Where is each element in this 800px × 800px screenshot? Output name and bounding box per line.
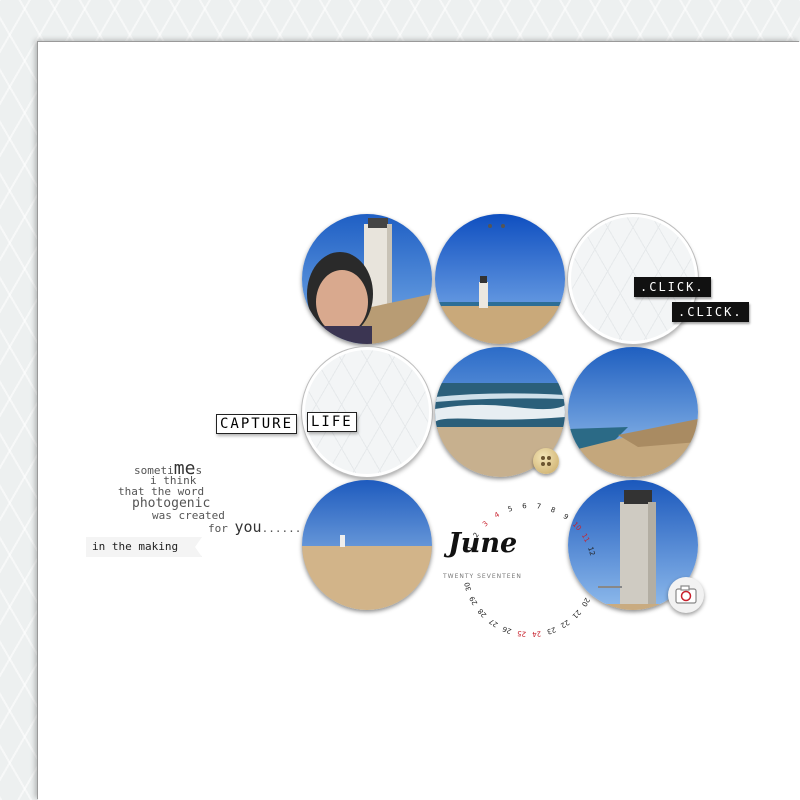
calendar-day-8: 8 (549, 506, 556, 515)
calendar-day-30: 30 (463, 581, 473, 592)
camera-icon (668, 577, 704, 613)
click-tape-1: .CLICK. (634, 277, 711, 297)
calendar-day-5: 5 (507, 505, 514, 514)
photo-beach-lighthouse[interactable] (302, 480, 432, 610)
calendar-day-20: 20 (580, 596, 591, 608)
poem-line1c: s (195, 464, 203, 477)
calendar-day-10: 10 (571, 520, 583, 532)
calendar-day-25: 25 (517, 629, 527, 638)
calendar-day-22: 22 (559, 618, 571, 630)
calendar-day-23: 23 (546, 625, 557, 636)
calendar-day-4: 4 (493, 510, 501, 519)
button-embellishment (533, 448, 559, 474)
click-tape-2: .CLICK. (672, 302, 749, 322)
calendar-day-11: 11 (580, 532, 591, 544)
poem-line6c: ...... (261, 522, 302, 535)
calendar-month: June (448, 528, 518, 559)
capture-label: CAPTURE (216, 414, 298, 434)
calendar-day-28: 28 (476, 607, 488, 619)
poem-line6b: you (234, 518, 262, 536)
in-the-making-label: in the making (86, 537, 202, 557)
life-label: LIFE (307, 412, 357, 432)
calendar-day-29: 29 (468, 595, 479, 607)
photo-coast-dunes[interactable] (568, 347, 698, 477)
calendar-year: TWENTY SEVENTEEN (443, 573, 522, 580)
calendar-day-12: 12 (586, 546, 596, 557)
calendar-day-24: 24 (531, 629, 541, 638)
calendar-day-7: 7 (536, 502, 542, 511)
calendar-ring: 12345 6 7 891011122021222324252627282930 (463, 502, 596, 638)
poem-line6a: for (208, 522, 235, 535)
calendar-day-21: 21 (570, 608, 582, 620)
photo-lighthouse-far[interactable] (435, 214, 565, 344)
calendar-day-6: 6 (522, 502, 528, 510)
poem-text: sometimes i think that the word photogen… (112, 455, 302, 535)
calendar-day-26: 26 (501, 624, 513, 635)
calendar-day-9: 9 (562, 512, 570, 521)
photo-selfie-lighthouse[interactable] (302, 214, 432, 344)
calendar-day-27: 27 (488, 617, 500, 629)
